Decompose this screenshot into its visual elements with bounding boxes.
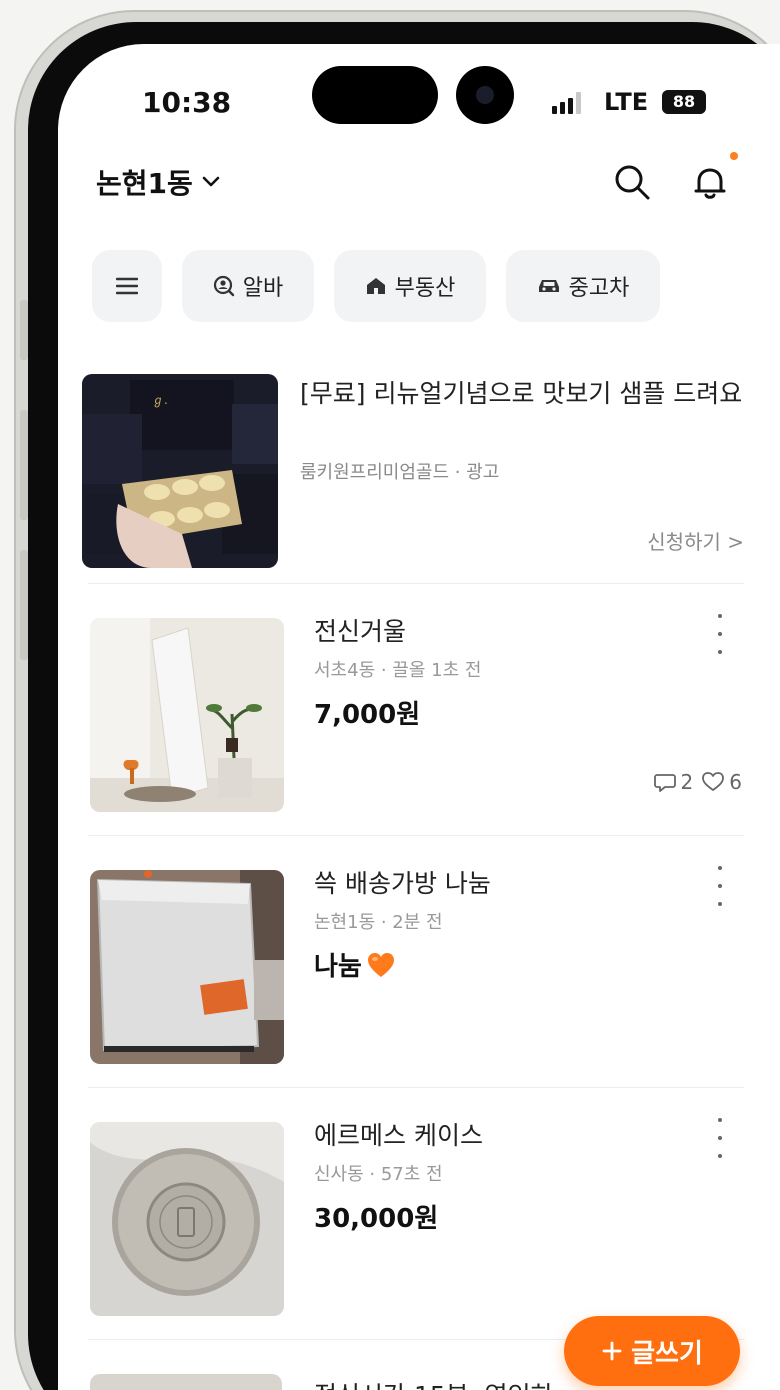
front-camera [456, 66, 514, 124]
list-item[interactable]: 에르메스 케이스 신사동 · 57초 전 30,000원 [88, 1088, 744, 1340]
phone-volume-down-button [20, 550, 28, 660]
item-thumbnail [90, 1374, 282, 1390]
item-thumbnail [90, 1122, 284, 1316]
item-title: 정식시간 15분, 영인하 [314, 1376, 554, 1390]
battery-indicator: 88 [662, 90, 706, 114]
item-meta: 서초4동 · 끌올 1초 전 [314, 660, 482, 681]
location-selector[interactable]: 논현1동 [96, 162, 221, 202]
orange-heart-icon [367, 952, 394, 977]
ad-title: [무료] 리뉴얼기념으로 맛보기 샘플 드려요 [300, 379, 743, 408]
ad-card[interactable]: ℊ. [무료] 리뉴얼기념으로 맛보기 샘플 드려요 룸키원프리미엄골드 · 광… [82, 366, 744, 584]
plus-icon [602, 1341, 622, 1361]
chip-real-estate[interactable]: 부동산 [334, 250, 486, 322]
phone-side-button [20, 300, 28, 360]
more-options-icon[interactable] [710, 1118, 730, 1158]
chip-used-car[interactable]: 중고차 [506, 250, 660, 322]
more-options-icon[interactable] [710, 614, 730, 654]
svg-text:ℊ.: ℊ. [152, 393, 168, 407]
chip-alba[interactable]: 알바 [182, 250, 314, 322]
item-price: 나눔 [314, 946, 396, 983]
item-price: 30,000원 [314, 1198, 438, 1235]
item-meta: 논현1동 · 2분 전 [314, 912, 443, 933]
item-price-text: 7,000원 [314, 700, 421, 730]
search-icon[interactable] [610, 160, 654, 204]
menu-icon [116, 277, 138, 295]
item-price: 7,000원 [314, 694, 420, 731]
item-title: 전신거울 [314, 617, 407, 646]
ad-sponsor: 룸키원프리미엄골드 · 광고 [300, 462, 500, 483]
item-thumbnail [90, 870, 284, 1064]
list-item[interactable]: 쓱 배송가방 나눔 논현1동 · 2분 전 나눔 [88, 836, 744, 1088]
like-count: 6 [729, 770, 742, 794]
location-label: 논현1동 [96, 167, 193, 200]
category-chips: 알바 부동산 중고차 [92, 250, 660, 322]
signal-icon [552, 92, 581, 114]
notification-dot [730, 152, 738, 160]
chevron-down-icon [202, 176, 220, 187]
house-icon [366, 278, 385, 294]
search-person-icon [213, 275, 234, 297]
item-thumbnail [90, 618, 284, 812]
status-time: 10:38 [142, 86, 232, 119]
car-icon [538, 280, 559, 292]
list-item[interactable]: 전신거울 서초4동 · 끌올 1초 전 7,000원 2 6 [88, 584, 744, 836]
phone-volume-up-button [20, 410, 28, 520]
bell-icon[interactable] [688, 160, 732, 204]
ad-thumbnail: ℊ. [82, 374, 278, 568]
chip-used-car-label: 중고차 [568, 276, 630, 301]
item-meta: 신사동 · 57초 전 [314, 1164, 443, 1185]
item-price-text: 30,000원 [314, 1204, 439, 1234]
chat-bubble-icon [653, 774, 676, 792]
dynamic-island [312, 66, 438, 124]
ad-apply-link[interactable]: 신청하기 > [647, 526, 744, 555]
write-post-label: 글쓰기 [631, 1338, 703, 1369]
app-screen: 10:38 LTE 88 논현1동 알바 부동산 중고차 ℊ. [무료] 리뉴얼… [58, 44, 780, 1390]
item-title: 쓱 배송가방 나눔 [314, 869, 491, 898]
item-title: 에르메스 케이스 [314, 1121, 483, 1150]
chip-real-estate-label: 부동산 [394, 276, 456, 301]
menu-chip[interactable] [92, 250, 162, 322]
write-post-button[interactable]: 글쓰기 [564, 1316, 740, 1386]
chip-alba-label: 알바 [242, 276, 284, 301]
item-stats: 2 6 [653, 770, 742, 794]
comment-count: 2 [680, 770, 694, 794]
network-label: LTE [604, 88, 649, 116]
heart-icon [702, 772, 725, 791]
more-options-icon[interactable] [710, 866, 730, 906]
item-price-text: 나눔 [314, 952, 362, 982]
item-feed: ℊ. [무료] 리뉴얼기념으로 맛보기 샘플 드려요 룸키원프리미엄골드 · 광… [58, 366, 780, 1340]
